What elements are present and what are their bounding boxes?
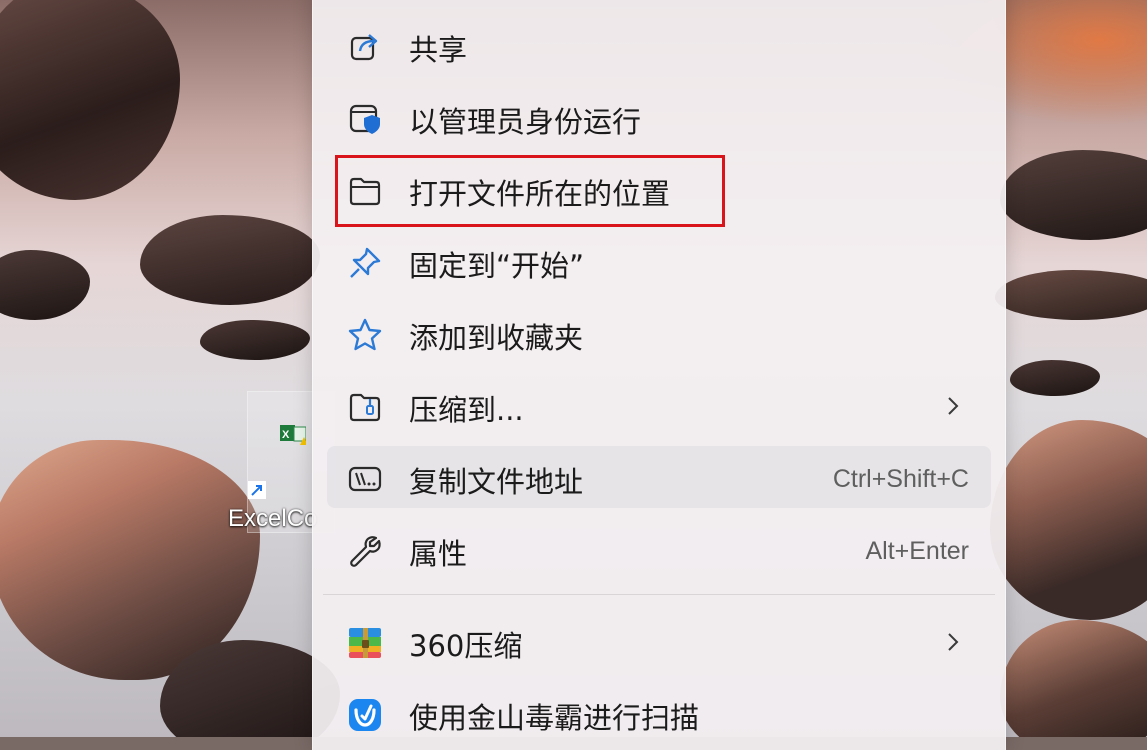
copy-path-icon (347, 461, 383, 497)
wallpaper-rock (990, 420, 1147, 620)
menu-item-label: 属性 (409, 537, 468, 571)
pin-icon (347, 245, 383, 281)
wallpaper-rock (995, 270, 1147, 320)
share-icon (347, 29, 383, 65)
shield-icon (347, 101, 383, 137)
menu-item-360-zip[interactable]: 360压缩 (327, 610, 991, 672)
wallpaper-rock (200, 320, 310, 360)
menu-item-pin-to-start[interactable]: 固定到“开始” (327, 230, 991, 292)
desktop-icon-label: ExcelCo (228, 505, 318, 532)
menu-item-label: 以管理员身份运行 (409, 105, 642, 139)
wallpaper-rock (140, 215, 320, 305)
menu-item-label: 添加到收藏夹 (409, 321, 584, 355)
menu-item-label: 360压缩 (409, 629, 523, 663)
menu-item-label: 压缩到... (409, 393, 524, 427)
360-zip-icon (347, 625, 383, 661)
wallpaper-rock (1000, 620, 1147, 737)
duba-icon (347, 697, 383, 733)
menu-item-compress-to[interactable]: 压缩到... (327, 374, 991, 436)
wallpaper-rock (0, 250, 90, 320)
wallpaper-rock (1010, 360, 1100, 396)
wallpaper-rock (1000, 150, 1147, 240)
menu-item-run-as-admin[interactable]: 以管理员身份运行 (327, 86, 991, 148)
svg-text:X: X (282, 429, 290, 441)
chevron-right-icon (948, 633, 959, 651)
menu-item-label: 共享 (409, 33, 468, 67)
menu-item-label: 固定到“开始” (409, 249, 585, 283)
star-icon (347, 317, 383, 353)
menu-item-duba-scan[interactable]: 使用金山毒霸进行扫描 (327, 682, 991, 744)
menu-item-add-to-favorites[interactable]: 添加到收藏夹 (327, 302, 991, 364)
menu-item-properties[interactable]: 属性 Alt+Enter (327, 518, 991, 580)
menu-item-label: 使用金山毒霸进行扫描 (409, 701, 700, 735)
menu-item-share[interactable]: 共享 (327, 14, 991, 76)
wrench-icon (347, 533, 383, 569)
keyboard-shortcut: Alt+Enter (865, 537, 969, 565)
shortcut-arrow-icon (248, 481, 266, 499)
highlight-annotation-box (335, 155, 725, 227)
menu-separator (323, 594, 995, 595)
menu-item-copy-file-path[interactable]: 复制文件地址 Ctrl+Shift+C (327, 446, 991, 508)
menu-item-label: 复制文件地址 (409, 465, 584, 499)
chevron-right-icon (948, 397, 959, 415)
excel-file-icon: X (280, 425, 306, 445)
wallpaper-rock (0, 0, 180, 200)
zip-folder-icon (347, 389, 383, 425)
keyboard-shortcut: Ctrl+Shift+C (832, 465, 969, 493)
context-menu: 共享 以管理员身份运行 打开文件所在的位置 固定到“开始” 添加到收藏夹 压缩到… (312, 0, 1006, 750)
